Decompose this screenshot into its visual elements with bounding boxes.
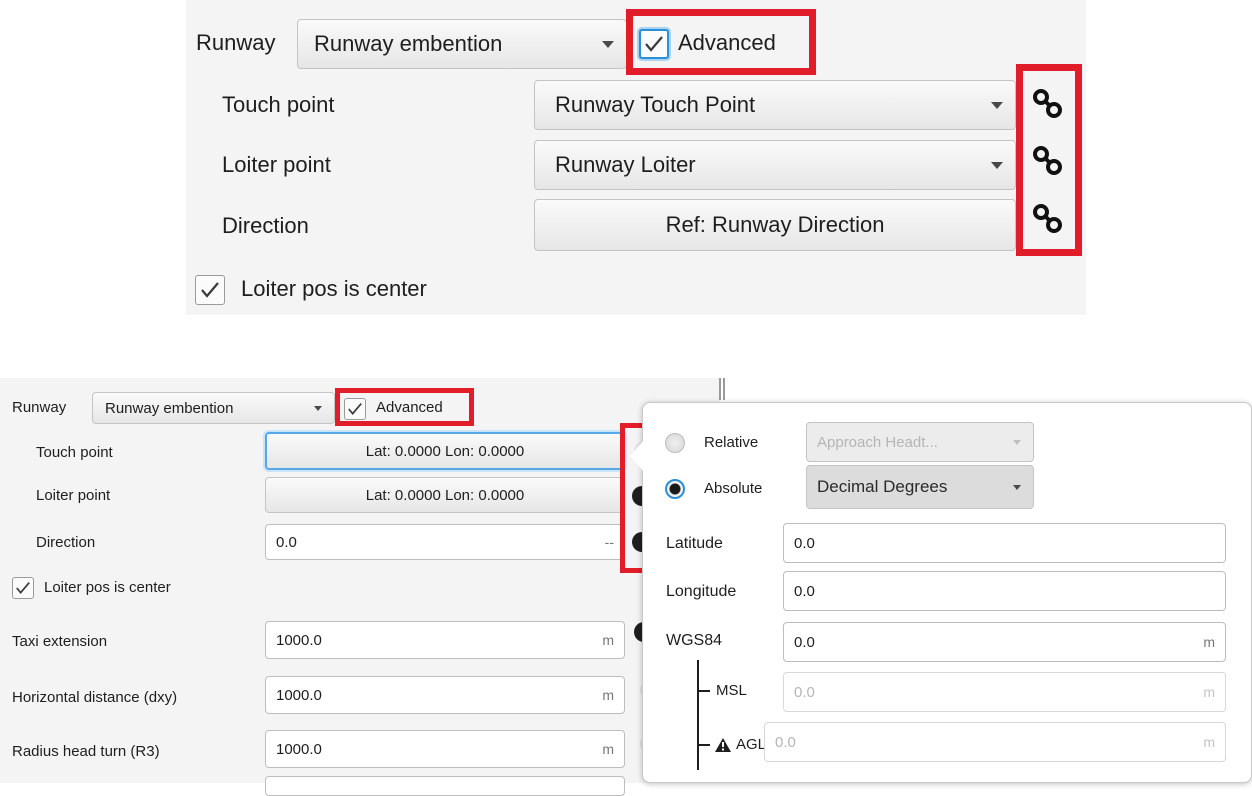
chevron-down-icon <box>602 40 614 48</box>
wgs84-label: WGS84 <box>666 632 723 649</box>
absolute-label: Absolute <box>704 480 763 497</box>
taxi-extension-value: 1000.0 <box>276 631 322 649</box>
relative-mode-value: Approach Headt... <box>817 433 938 451</box>
wgs84-input[interactable]: 0.0 m <box>783 622 1226 662</box>
longitude-value: 0.0 <box>794 582 815 600</box>
msl-input[interactable]: 0.0 m <box>783 672 1226 712</box>
loiter-point-label: Loiter point <box>36 487 111 504</box>
loiter-point-select-value: Runway Loiter <box>555 152 696 177</box>
direction-input[interactable]: 0.0 -- <box>265 524 625 560</box>
touch-point-select-value: Runway Touch Point <box>555 92 756 117</box>
chevron-down-icon <box>1013 484 1021 490</box>
loiter-center-label: Loiter pos is center <box>44 579 171 596</box>
direction-value: 0.0 <box>276 533 297 551</box>
chevron-down-icon <box>314 405 322 411</box>
agl-input[interactable]: 0.0 m <box>764 722 1226 762</box>
msl-label: MSL <box>716 682 747 699</box>
latitude-input[interactable]: 0.0 <box>783 523 1226 563</box>
tree-branch <box>697 690 710 692</box>
touch-point-button[interactable]: Lat: 0.0000 Lon: 0.0000 <box>265 432 625 470</box>
loiter-point-button-label: Lat: 0.0000 Lon: 0.0000 <box>365 486 525 504</box>
chevron-down-icon <box>1013 439 1021 445</box>
runway-label: Runway <box>12 399 67 416</box>
runway-label: Runway <box>196 30 276 55</box>
longitude-label: Longitude <box>666 583 737 600</box>
taxi-extension-unit: m <box>602 632 614 648</box>
loiter-center-checkbox[interactable] <box>12 577 34 599</box>
radius-head-turn-value: 1000.0 <box>276 740 322 758</box>
loiter-point-label: Loiter point <box>222 152 331 177</box>
wgs84-unit: m <box>1203 634 1215 650</box>
touch-point-label: Touch point <box>222 92 335 117</box>
warning-icon <box>715 738 731 752</box>
wgs84-value: 0.0 <box>794 633 815 651</box>
longitude-input[interactable]: 0.0 <box>783 571 1226 611</box>
direction-label: Direction <box>36 534 96 551</box>
direction-reference-label: Ref: Runway Direction <box>665 212 885 237</box>
check-icon <box>201 282 219 298</box>
taxi-extension-label: Taxi extension <box>12 633 108 650</box>
agl-unit: m <box>1203 734 1215 750</box>
radius-head-turn-input[interactable]: 1000.0 m <box>265 730 625 768</box>
loiter-center-checkbox[interactable] <box>195 275 225 305</box>
radius-head-turn-unit: m <box>602 741 614 757</box>
latitude-label: Latitude <box>666 535 723 552</box>
agl-label: AGL <box>736 736 767 753</box>
next-input-partial[interactable] <box>265 776 625 796</box>
runway-select[interactable]: Runway embention <box>297 19 627 69</box>
radius-head-turn-label: Radius head turn (R3) <box>12 743 160 760</box>
runway-select[interactable]: Runway embention <box>92 392 335 424</box>
agl-value: 0.0 <box>775 733 796 751</box>
absolute-mode-value: Decimal Degrees <box>817 477 948 496</box>
horizontal-distance-unit: m <box>602 687 614 703</box>
horizontal-distance-value: 1000.0 <box>276 686 322 704</box>
touch-point-button-label: Lat: 0.0000 Lon: 0.0000 <box>365 442 525 460</box>
absolute-radio[interactable] <box>665 479 685 499</box>
latitude-value: 0.0 <box>794 534 815 552</box>
absolute-mode-select[interactable]: Decimal Degrees <box>806 465 1034 509</box>
loiter-point-button[interactable]: Lat: 0.0000 Lon: 0.0000 <box>265 477 625 513</box>
direction-unit: -- <box>604 534 614 550</box>
msl-value: 0.0 <box>794 683 815 701</box>
relative-mode-select[interactable]: Approach Headt... <box>806 422 1034 462</box>
relative-radio[interactable] <box>665 433 685 453</box>
chevron-down-icon <box>991 101 1003 109</box>
advanced-highlight <box>335 388 474 426</box>
runway-select-value: Runway embention <box>105 399 234 417</box>
msl-unit: m <box>1203 684 1215 700</box>
direction-label: Direction <box>222 213 309 238</box>
tree-branch <box>697 744 710 746</box>
taxi-extension-input[interactable]: 1000.0 m <box>265 621 625 659</box>
tree-connector <box>697 660 709 770</box>
chevron-down-icon <box>991 161 1003 169</box>
touch-point-select[interactable]: Runway Touch Point <box>534 80 1016 130</box>
splitter-handle[interactable] <box>719 378 725 400</box>
popup-pointer <box>630 440 644 472</box>
horizontal-distance-label: Horizontal distance (dxy) <box>12 689 178 706</box>
link-icons-highlight <box>1016 64 1082 256</box>
relative-label: Relative <box>704 434 759 451</box>
runway-select-value: Runway embention <box>314 31 503 56</box>
check-icon <box>16 582 30 594</box>
horizontal-distance-input[interactable]: 1000.0 m <box>265 676 625 714</box>
advanced-highlight <box>626 9 816 75</box>
loiter-center-label: Loiter pos is center <box>241 276 427 301</box>
loiter-point-select[interactable]: Runway Loiter <box>534 140 1016 190</box>
touch-point-label: Touch point <box>36 444 113 461</box>
direction-reference-button[interactable]: Ref: Runway Direction <box>534 199 1016 251</box>
